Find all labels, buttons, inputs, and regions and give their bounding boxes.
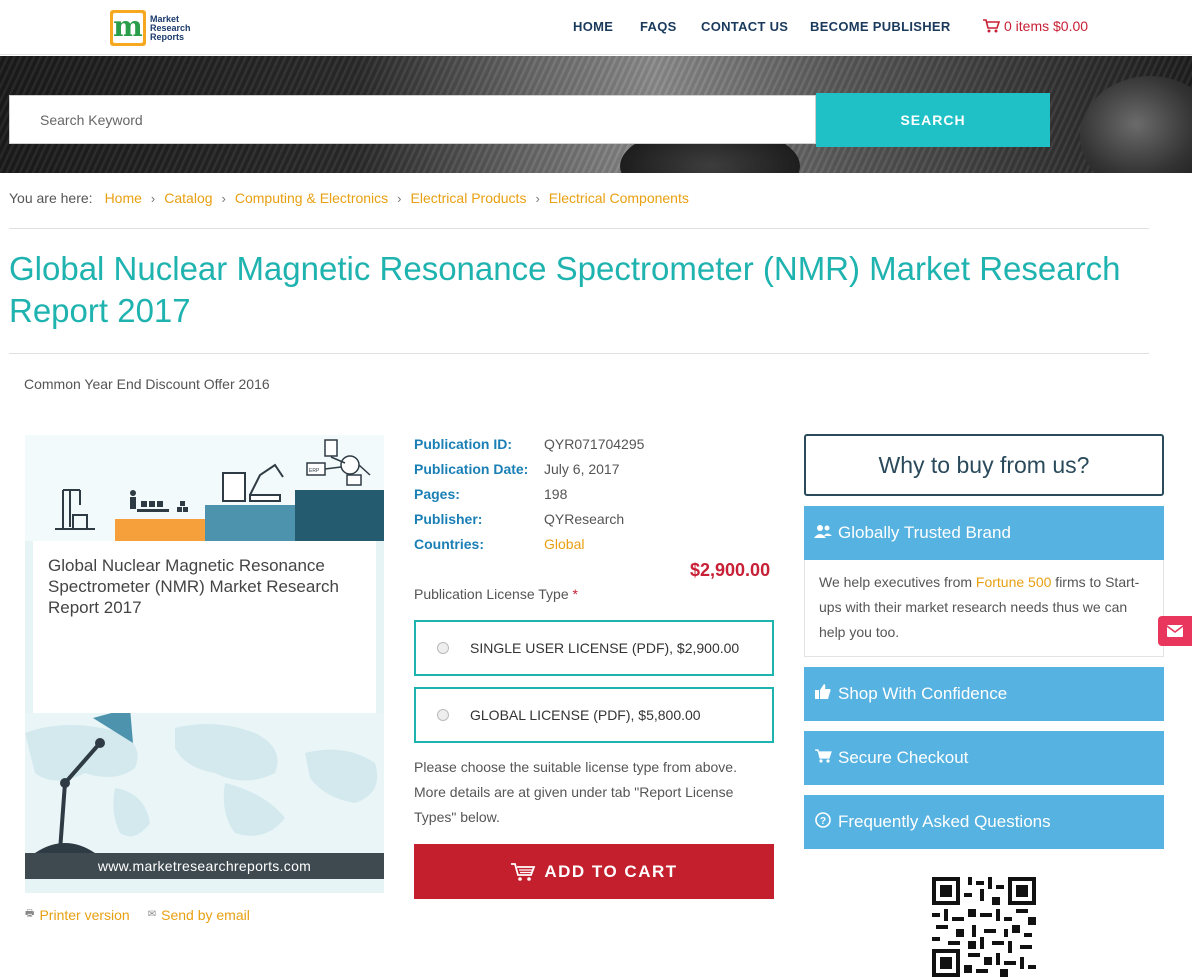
globally-trusted-brand[interactable]: Globally Trusted Brand — [804, 506, 1164, 560]
detail-row: Publication Date: July 6, 2017 — [414, 461, 644, 486]
divider — [9, 353, 1149, 354]
detail-value: July 6, 2017 — [544, 461, 620, 477]
detail-row: Publisher: QYResearch — [414, 511, 644, 536]
radio-button[interactable] — [437, 642, 449, 654]
send-by-email-link[interactable]: ✉ Send by email — [148, 907, 250, 923]
logo-text: Market Research Reports — [150, 13, 191, 42]
question-circle-icon: ? — [814, 811, 832, 833]
required-mark: * — [572, 586, 578, 602]
cover-title: Global Nuclear Magnetic Resonance Spectr… — [48, 556, 339, 617]
offer-text: Common Year End Discount Offer 2016 — [24, 376, 270, 392]
report-cover-image: ERP Global Nuclear Magnetic Resonance Sp… — [25, 435, 384, 893]
why-buy-heading: Why to buy from us? — [804, 434, 1164, 496]
desc-text-pre: We help executives from — [819, 574, 976, 590]
divider — [9, 228, 1149, 229]
license-note: Please choose the suitable license type … — [414, 759, 737, 825]
email-icon: ✉ — [147, 909, 157, 920]
breadcrumb: You are here: Home › Catalog › Computing… — [9, 190, 689, 206]
shop-with-confidence-label: Shop With Confidence — [838, 684, 1008, 703]
detail-label: Publication Date: — [414, 461, 529, 477]
users-icon — [814, 524, 832, 543]
fortune-500-link[interactable]: Fortune 500 — [976, 574, 1052, 590]
trusted-brand-description: We help executives from Fortune 500 firm… — [804, 560, 1164, 657]
detail-row: Countries: Global — [414, 536, 644, 561]
breadcrumb-computing-electronics[interactable]: Computing & Electronics — [235, 190, 388, 206]
qr-code-icon — [932, 877, 1036, 977]
detail-label: Pages: — [414, 486, 460, 502]
breadcrumb-electrical-components[interactable]: Electrical Components — [549, 190, 689, 206]
detail-value: 198 — [544, 486, 568, 502]
lamp-map-illustration — [25, 708, 378, 853]
breadcrumb-home[interactable]: Home — [105, 190, 142, 206]
nav-become-publisher[interactable]: BECOME PUBLISHER — [810, 19, 951, 34]
cart-summary[interactable]: 0 items $0.00 — [982, 18, 1088, 34]
erp-label: ERP — [309, 468, 320, 474]
breadcrumb-catalog[interactable]: Catalog — [164, 190, 212, 206]
cart-label: 0 items $0.00 — [1004, 18, 1089, 34]
search-button[interactable]: SEARCH — [816, 93, 1050, 147]
radio-button[interactable] — [437, 709, 449, 721]
thumbs-up-icon — [814, 684, 832, 704]
nav-faqs[interactable]: FAQS — [640, 19, 677, 34]
detail-row: Pages: 198 — [414, 486, 644, 511]
detail-label: Publisher: — [414, 511, 483, 527]
globally-trusted-label: Globally Trusted Brand — [838, 523, 1011, 542]
license-option-label: SINGLE USER LICENSE (PDF), $2,900.00 — [470, 640, 740, 656]
cart-icon — [983, 19, 1000, 33]
license-option-single[interactable]: SINGLE USER LICENSE (PDF), $2,900.00 — [414, 620, 774, 676]
printer-version-label: Printer version — [39, 906, 130, 923]
country-link[interactable]: Global — [544, 536, 584, 561]
detail-value: QYR071704295 — [544, 436, 645, 452]
chevron-right-icon: › — [397, 190, 402, 206]
chevron-right-icon: › — [150, 190, 156, 206]
logo-icon: m — [110, 10, 146, 46]
secure-checkout[interactable]: Secure Checkout — [804, 731, 1164, 785]
faq-label: Frequently Asked Questions — [838, 812, 1051, 831]
email-tab[interactable] — [1158, 616, 1192, 646]
printer-version-link[interactable]: 🖶 Printer version — [25, 906, 130, 923]
printer-icon: 🖶 — [25, 908, 35, 919]
send-by-email-label: Send by email — [161, 906, 250, 923]
secure-checkout-label: Secure Checkout — [838, 748, 969, 767]
detail-row: Publication ID: QYR071704295 — [414, 436, 644, 461]
nav-home[interactable]: HOME — [573, 19, 613, 34]
site-logo[interactable]: m Market Research Reports — [110, 9, 192, 47]
publication-details: Publication ID: QYR071704295 Publication… — [414, 436, 644, 561]
svg-text:?: ? — [820, 816, 826, 827]
report-price: $2,900.00 — [690, 560, 771, 580]
qr-code — [932, 877, 1036, 977]
breadcrumb-electrical-products[interactable]: Electrical Products — [411, 190, 527, 206]
envelope-icon — [1167, 625, 1183, 637]
cover-illustration: ERP — [25, 435, 384, 541]
cart-icon — [814, 748, 832, 768]
license-option-label: GLOBAL LICENSE (PDF), $5,800.00 — [470, 707, 701, 723]
cover-map-graphic — [25, 708, 384, 853]
nav-contact-us[interactable]: CONTACT US — [701, 19, 788, 34]
add-to-cart-button[interactable]: ADD TO CART — [414, 844, 774, 899]
cover-url-bar: www.marketresearchreports.com — [25, 853, 384, 879]
shop-with-confidence[interactable]: Shop With Confidence — [804, 667, 1164, 721]
chevron-right-icon: › — [535, 190, 540, 206]
cart-icon — [511, 862, 536, 881]
industry-steps-graphic: ERP — [25, 439, 384, 541]
search-input[interactable] — [9, 95, 816, 144]
license-option-global[interactable]: GLOBAL LICENSE (PDF), $5,800.00 — [414, 687, 774, 743]
detail-value: QYResearch — [544, 511, 625, 527]
detail-label: Publication ID: — [414, 436, 512, 452]
chevron-right-icon: › — [221, 190, 226, 206]
frequently-asked-questions[interactable]: ? Frequently Asked Questions — [804, 795, 1164, 849]
license-type-label: Publication License Type * — [414, 586, 578, 602]
add-to-cart-label: ADD TO CART — [544, 861, 678, 881]
license-label-text: Publication License Type — [414, 586, 569, 602]
site-header: m Market Research Reports HOME FAQS CONT… — [0, 0, 1192, 55]
report-tools: 🖶 Printer version ✉ Send by email — [25, 906, 250, 923]
breadcrumb-label: You are here: — [9, 190, 93, 206]
page-title: Global Nuclear Magnetic Resonance Spectr… — [9, 250, 1121, 329]
detail-label: Countries: — [414, 536, 484, 552]
